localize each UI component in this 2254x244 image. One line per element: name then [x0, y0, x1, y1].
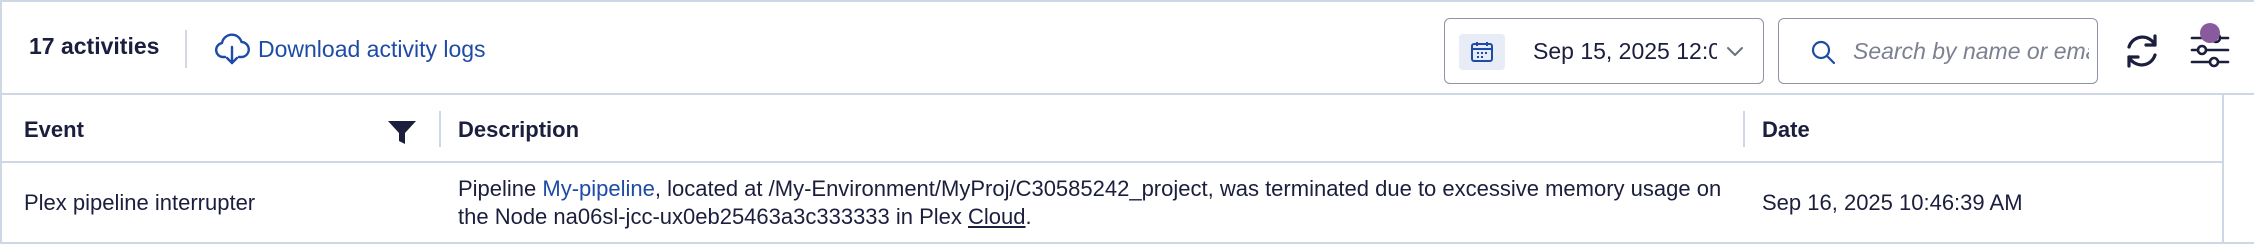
table-row[interactable]: Plex pipeline interrupter Pipeline My-pi…	[2, 163, 2222, 244]
table-right-border	[2222, 95, 2224, 244]
column-header-date[interactable]: Date	[1762, 117, 1810, 143]
column-divider[interactable]	[439, 111, 441, 147]
column-header-description[interactable]: Description	[458, 117, 579, 143]
column-header-event[interactable]: Event	[24, 117, 84, 143]
cloud-link[interactable]: Cloud	[968, 204, 1025, 229]
funnel-icon[interactable]	[386, 119, 418, 147]
download-logs-label: Download activity logs	[258, 35, 486, 62]
description-text: Pipeline	[458, 176, 543, 201]
description-cell: Pipeline My-pipeline, located at /My-Env…	[458, 175, 1728, 231]
chevron-down-icon	[1727, 47, 1743, 56]
notification-dot	[2200, 23, 2220, 43]
pipeline-link[interactable]: My-pipeline	[542, 176, 655, 201]
activity-count: 17 activities	[29, 33, 160, 59]
refresh-icon[interactable]	[2121, 30, 2163, 72]
search-input[interactable]	[1853, 33, 2089, 69]
cloud-download-icon	[214, 33, 250, 65]
search-icon	[1811, 40, 1836, 65]
table-header: Event Description Date	[2, 95, 2222, 163]
column-divider[interactable]	[1743, 111, 1745, 147]
calendar-icon	[1459, 34, 1505, 70]
date-cell: Sep 16, 2025 10:46:39 AM	[1762, 190, 2023, 215]
toolbar-divider	[185, 30, 187, 68]
date-range-value: Sep 15, 2025 12:00 AM	[1533, 38, 1717, 64]
search-box	[1778, 18, 2098, 84]
event-cell: Plex pipeline interrupter	[24, 190, 256, 215]
description-text: .	[1025, 204, 1032, 229]
date-picker[interactable]: Sep 15, 2025 12:00 AM	[1444, 18, 1764, 84]
download-logs-button[interactable]: Download activity logs	[214, 30, 486, 68]
activity-log-panel: 17 activities Download activity logs Sep…	[0, 0, 2254, 244]
toolbar: 17 activities Download activity logs Sep…	[2, 2, 2254, 95]
